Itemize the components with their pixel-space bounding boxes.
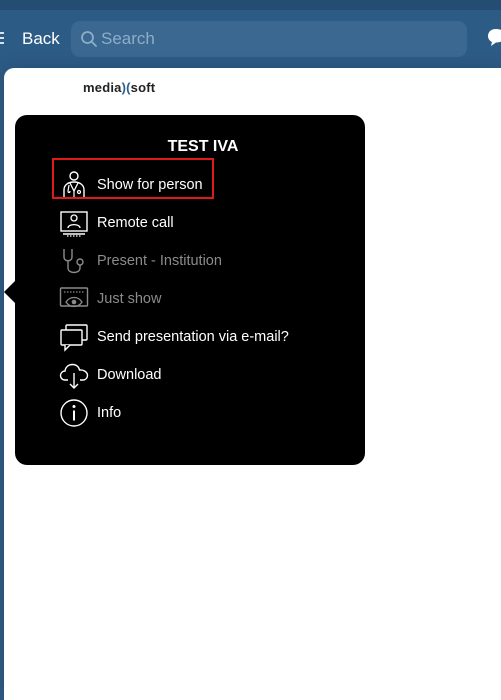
menu-item-present-institution[interactable]: Present - Institution	[59, 243, 349, 279]
status-strip	[0, 0, 501, 10]
chat-icon[interactable]	[486, 26, 501, 50]
menu-item-send-email[interactable]: Send presentation via e-mail?	[59, 319, 349, 355]
menu-item-label: Present - Institution	[97, 253, 222, 269]
menu-item-label: Info	[97, 405, 122, 421]
info-icon	[60, 399, 88, 427]
popover-arrow	[4, 281, 15, 303]
menu-item-label: Send presentation via e-mail?	[97, 329, 289, 345]
menu-item-label: Download	[97, 367, 162, 383]
menu-item-remote-call[interactable]: Remote call	[59, 205, 349, 241]
chat-bubbles-icon	[60, 324, 88, 352]
menu-item-label: Remote call	[97, 215, 174, 231]
cloud-download-icon	[59, 363, 89, 389]
menu-item-info[interactable]: Info	[59, 395, 349, 431]
logo-text-left: media	[83, 80, 122, 95]
eye-screen-icon	[59, 287, 89, 308]
search-icon	[81, 31, 97, 47]
logo-mark: )(	[121, 80, 131, 95]
popover-title: TEST IVA	[167, 138, 239, 155]
menu-icon[interactable]	[0, 32, 5, 46]
top-navigation-bar: Back	[0, 0, 501, 70]
menu-item-label: Just show	[97, 291, 162, 307]
menu-item-download[interactable]: Download	[59, 357, 349, 393]
highlight-box	[52, 158, 214, 199]
back-button[interactable]: Back	[22, 29, 60, 49]
menu-item-just-show[interactable]: Just show	[59, 281, 349, 317]
search-input[interactable]	[101, 21, 451, 57]
search-box[interactable]	[71, 21, 467, 57]
mediasoft-logo: media)(soft	[83, 80, 155, 95]
logo-text-right: soft	[130, 80, 156, 95]
stethoscope-icon	[63, 249, 84, 274]
video-call-icon	[60, 211, 88, 237]
